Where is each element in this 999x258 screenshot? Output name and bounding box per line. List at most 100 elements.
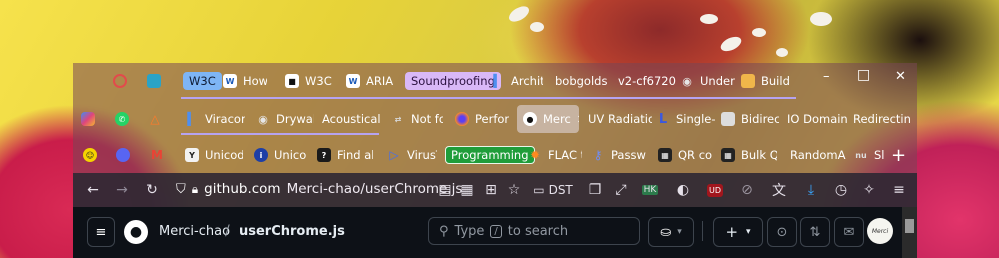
tab-aria[interactable]: W ARIA r (346, 68, 394, 94)
github-logo-icon[interactable]: ● (124, 220, 148, 244)
tab-redirectin[interactable]: Redirectin (853, 106, 917, 132)
tab-label: Under (700, 74, 735, 88)
history-icon[interactable]: ◷ (831, 180, 851, 200)
search-button[interactable] (113, 68, 127, 94)
create-new-button[interactable]: + ▾ (713, 217, 763, 247)
download-icon[interactable]: ⤓ (801, 180, 821, 200)
tab-label: Unicod (205, 148, 243, 162)
tab-w3c-pill[interactable]: W3C (183, 68, 222, 94)
tab-merci-active[interactable]: ● Merc ✕ (517, 105, 579, 133)
qr-icon: ▦ (658, 148, 672, 162)
tab-under[interactable]: ◉ Under (680, 68, 736, 94)
scrollbar[interactable] (902, 207, 917, 258)
reader-mode-icon[interactable]: ▤ (435, 180, 455, 200)
tab-acoustical[interactable]: Acoustical (322, 106, 382, 132)
tab-bulk-q[interactable]: ▦ Bulk Q (721, 142, 777, 168)
expand-icon[interactable]: ⤢ (611, 180, 631, 200)
tab-unicod-1[interactable]: Y Unicod (185, 142, 243, 168)
tab-label: Merc (543, 112, 571, 126)
tab-unicod-2[interactable]: i Unicod (254, 142, 306, 168)
tab-not-fo[interactable]: ⇄ Not fo (391, 106, 443, 132)
tab-label: Viracor (205, 112, 245, 126)
shield-icon[interactable]: ⛉ (176, 182, 186, 197)
tab-passw[interactable]: ⚷ Passw (591, 142, 647, 168)
tab-label: Not fo (411, 112, 443, 126)
pinned-tab-smiley[interactable]: ☺ (83, 142, 97, 168)
discord-icon (116, 148, 130, 162)
new-tab-button[interactable]: + (891, 142, 906, 168)
contrast-icon[interactable]: ◐ (673, 180, 693, 200)
inbox-button[interactable]: ✉ (834, 217, 864, 247)
tab-sl[interactable]: nu Sl (854, 142, 894, 168)
tab-row-1: W3C W How t ■ W3C C W ARIA r Soundproofi… (73, 63, 917, 99)
repo-name-link[interactable]: userChrome.js (239, 224, 345, 239)
gear-icon: ✹ (529, 148, 541, 162)
translate-icon[interactable]: 文 (769, 180, 789, 200)
tab-randoma[interactable]: RandomA (790, 142, 846, 168)
tab-stack-icon[interactable]: ❐ (585, 180, 605, 200)
tab-flac[interactable]: ✹ FLAC t (528, 142, 582, 168)
pull-requests-button[interactable]: ⇅ (800, 217, 830, 247)
search-input[interactable]: ⚲ Type / to search (428, 217, 640, 245)
tab-row-3: ☺ M Y Unicod i Unicod ? Find al ▷ VirusT… (73, 137, 917, 173)
pinned-tab-copilot[interactable] (81, 106, 95, 132)
tab-label: bobgolds (555, 74, 608, 88)
tab-label: Passw (611, 148, 646, 162)
bookmark-star-icon[interactable]: ☆ (504, 180, 524, 200)
ublock-extension-button[interactable]: UD (705, 180, 725, 200)
tab-build[interactable]: Build (741, 68, 801, 94)
dst-button[interactable]: ▭ DST (533, 180, 573, 200)
forward-arrow-icon[interactable]: → (112, 180, 132, 200)
tab-bidirec[interactable]: Bidirec (721, 106, 779, 132)
pinned-tab-bird[interactable] (147, 68, 161, 94)
key-icon: ⚷ (593, 148, 603, 162)
extensions-icon[interactable]: ✧ (859, 180, 879, 200)
tab-bobgolds[interactable]: bobgolds (555, 68, 613, 94)
inbox-icon: ✉ (843, 224, 855, 240)
reload-icon[interactable]: ↻ (142, 180, 162, 200)
tab-perfor[interactable]: Perfor (455, 106, 509, 132)
qr-code-icon[interactable]: ▦ (457, 180, 477, 200)
tab-drywal[interactable]: ◉ Drywal (256, 106, 314, 132)
tab-v2[interactable]: v2-cf6720 (618, 68, 676, 94)
tab-uv-radiation[interactable]: UV Radiatio (588, 106, 652, 132)
y-icon: Y (185, 148, 199, 162)
tab-how-to[interactable]: W How t (223, 68, 267, 94)
copilot-button[interactable]: ⛀ ▾ (648, 217, 694, 247)
pinned-tab-gmail[interactable]: M (150, 142, 164, 168)
tab-qr[interactable]: ▦ QR co (658, 142, 712, 168)
tab-label: Archit (511, 74, 543, 88)
pinned-tab-whatsapp[interactable]: ✆ (115, 106, 129, 132)
repo-owner-link[interactable]: Merci-chao (159, 224, 230, 239)
hamburger-menu-icon[interactable]: ≡ (889, 180, 909, 200)
scrollbar-thumb[interactable] (905, 219, 914, 233)
tab-label: UV Radiatio (588, 112, 652, 126)
menu-button[interactable]: ≡ (87, 217, 115, 247)
url-domain: github.com (204, 181, 281, 197)
pinned-tab-discord[interactable] (116, 142, 130, 168)
lock-icon[interactable]: 🔒︎ (192, 182, 198, 197)
pull-request-icon: ⇅ (809, 224, 821, 240)
grid-icon[interactable]: ⊞ (481, 180, 501, 200)
tab-w3c-c[interactable]: ■ W3C C (285, 68, 335, 94)
tab-io-domain[interactable]: IO Domain (787, 106, 851, 132)
back-arrow-icon[interactable]: ← (83, 180, 103, 200)
issues-button[interactable]: ⊙ (767, 217, 797, 247)
close-tab-icon[interactable]: ✕ (577, 113, 579, 126)
tab-soundproofing-pill[interactable]: Soundproofing (405, 68, 501, 94)
block-icon[interactable]: ⊘ (737, 180, 757, 200)
tab-virustotal[interactable]: ▷ VirusTo (387, 142, 437, 168)
tab-label: W3C (183, 72, 222, 90)
pinned-tab-orange[interactable]: △ (148, 106, 162, 132)
divider (702, 221, 703, 241)
tab-find-al[interactable]: ? Find al (317, 142, 373, 168)
chevron-down-icon: ▾ (746, 227, 751, 237)
user-avatar[interactable]: Merci (867, 218, 893, 244)
tab-programming-pill[interactable]: Programming (445, 142, 535, 168)
tab-viracor[interactable]: ▍ Viracor (185, 106, 245, 132)
tab-label: Unicod (274, 148, 306, 162)
hk-extension-button[interactable]: HK (639, 180, 661, 200)
tab-single[interactable]: L Single- (656, 106, 716, 132)
tab-archit[interactable]: ▍ Archit (491, 68, 543, 94)
page-icon (721, 112, 735, 126)
